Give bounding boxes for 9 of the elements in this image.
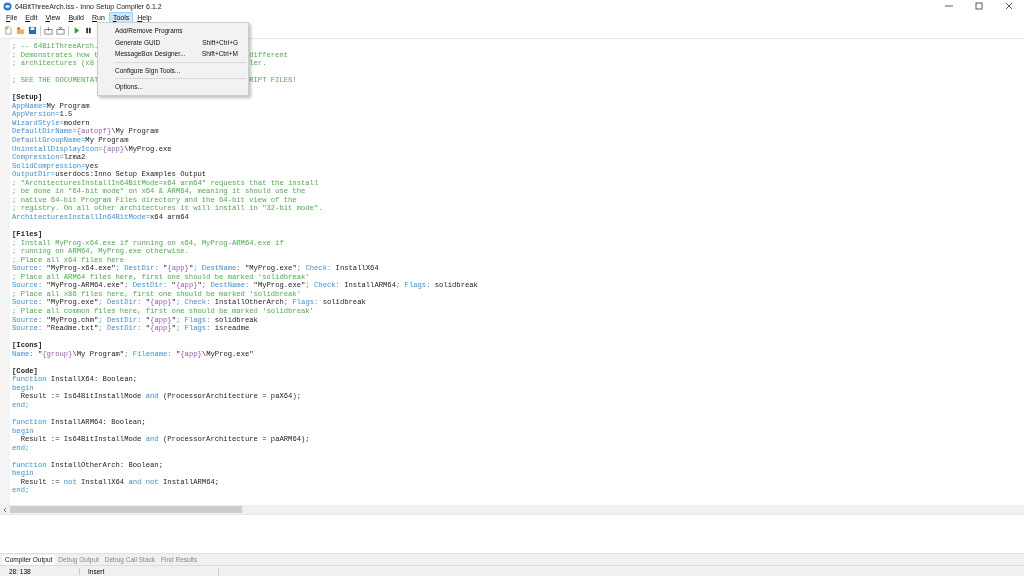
scroll-left-icon[interactable] [2,506,8,513]
pause-icon[interactable] [84,26,93,35]
scrollbar-thumb[interactable] [10,506,242,513]
stop-compile-icon[interactable] [56,26,65,35]
run-icon[interactable] [72,26,81,35]
new-file-icon[interactable] [4,26,13,35]
save-icon[interactable] [28,26,37,35]
compile-icon[interactable] [44,26,53,35]
open-folder-icon[interactable] [16,26,25,35]
